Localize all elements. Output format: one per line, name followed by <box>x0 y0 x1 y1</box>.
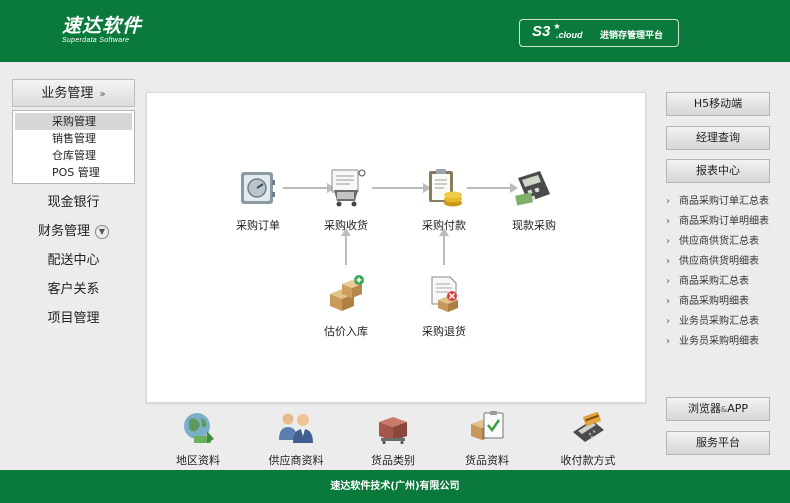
tool-region-info[interactable]: 地区资料 <box>158 410 238 468</box>
tool-supplier-info[interactable]: 供应商资料 <box>256 410 336 468</box>
report-link[interactable]: › 供应商供货汇总表 <box>666 232 786 252</box>
region-icon <box>184 413 214 443</box>
report-link[interactable]: › 商品采购订单汇总表 <box>666 192 786 212</box>
report-link-label: 业务员采购明细表 <box>679 336 759 347</box>
flow-node-label: 采购收货 <box>324 219 368 232</box>
report-link-label: 商品采购订单明细表 <box>679 216 769 227</box>
report-link-label: 商品采购订单汇总表 <box>679 196 769 207</box>
chevron-right-icon: › <box>666 336 670 347</box>
flow-node-label: 采购订单 <box>236 219 280 232</box>
coins-clipboard-icon <box>429 169 462 207</box>
logo: 速达软件 Superdata Software <box>62 16 142 45</box>
flow-node-label: 现款采购 <box>512 219 556 232</box>
manager-query-button[interactable]: 经理查询 <box>666 126 770 150</box>
report-list: › 商品采购订单汇总表 › 商品采购订单明细表 › 供应商供货汇总表 › 供应商供货明细… <box>666 192 786 352</box>
report-link[interactable]: › 供应商供货明细表 <box>666 252 786 272</box>
chevron-right-icon: › <box>666 276 670 287</box>
calculator-icon <box>515 171 550 206</box>
double-chevron-down-icon: » <box>99 89 106 100</box>
brand-star-icon <box>554 23 560 29</box>
nav-distribution[interactable]: 配送中心 <box>12 250 135 272</box>
report-link-label: 商品采购汇总表 <box>679 276 749 287</box>
tool-goods-category[interactable]: 货品类别 <box>353 410 433 468</box>
report-link-label: 供应商供货明细表 <box>679 256 759 267</box>
service-platform-button[interactable]: 服务平台 <box>666 431 770 455</box>
nav-finance[interactable]: 财务管理 ▼ <box>12 221 135 243</box>
brand-cloud: .cloud <box>556 30 583 40</box>
goods-info-icon <box>471 411 504 440</box>
browser-app-label-a: 浏览器 <box>687 402 721 415</box>
browser-app-label-b: APP <box>727 402 749 415</box>
boxes-icon <box>330 275 364 311</box>
submenu-item-sales[interactable]: 销售管理 <box>15 130 132 147</box>
tool-label: 货品资料 <box>465 454 509 467</box>
nav-business-label: 业务管理 <box>41 86 94 101</box>
nav-finance-label: 财务管理 <box>37 224 90 239</box>
tool-payment-methods[interactable]: 收付款方式 <box>548 410 628 468</box>
flow-node-purchase-payment[interactable]: 采购付款 <box>409 168 479 233</box>
header-bar: 速达软件 Superdata Software S3 .cloud 进销存管理平… <box>0 0 790 62</box>
tool-label: 收付款方式 <box>560 454 616 467</box>
tool-label: 供应商资料 <box>268 454 324 467</box>
submenu-item-purchase[interactable]: 采购管理 <box>15 113 132 130</box>
chevron-right-icon: › <box>666 236 670 247</box>
payment-icon <box>573 411 604 442</box>
submenu-item-pos[interactable]: POS 管理 <box>15 164 132 181</box>
tool-label: 地区资料 <box>176 454 220 467</box>
purchase-flow-panel: 采购订单 采购收货 采购付款 现款采购 估价入库 采购退货 <box>146 92 646 403</box>
cart-icon <box>331 169 366 207</box>
report-link-label: 业务员采购汇总表 <box>679 316 759 327</box>
tool-label: 货品类别 <box>371 454 415 467</box>
nav-customer-relations[interactable]: 客户关系 <box>12 279 135 301</box>
return-doc-icon <box>431 276 458 312</box>
report-link[interactable]: › 商品采购明细表 <box>666 292 786 312</box>
flow-node-label: 采购付款 <box>422 219 466 232</box>
goods-category-icon <box>379 417 407 444</box>
footer-bar: 速达软件技术(广州)有限公司 <box>0 470 790 503</box>
safe-icon <box>241 172 275 204</box>
suppliers-icon <box>279 413 313 443</box>
browser-app-button[interactable]: 浏览器&APP <box>666 397 770 421</box>
nav-projects[interactable]: 项目管理 <box>12 308 135 330</box>
h5-mobile-button[interactable]: H5移动端 <box>666 92 770 116</box>
footer-company: 速达软件技术(广州)有限公司 <box>330 481 460 492</box>
submenu-item-warehouse[interactable]: 仓库管理 <box>15 147 132 164</box>
business-submenu: 采购管理 销售管理 仓库管理 POS 管理 <box>12 110 135 184</box>
flow-node-purchase-order[interactable]: 采购订单 <box>223 168 293 233</box>
report-link[interactable]: › 商品采购订单明细表 <box>666 212 786 232</box>
brand-s3: S3 <box>532 23 551 40</box>
flow-node-cash-purchase[interactable]: 现款采购 <box>499 168 569 233</box>
report-link[interactable]: › 商品采购汇总表 <box>666 272 786 292</box>
report-link-label: 商品采购明细表 <box>679 296 749 307</box>
chevron-right-icon: › <box>666 196 670 207</box>
tool-goods-info[interactable]: 货品资料 <box>447 410 527 468</box>
flow-node-purchase-receive[interactable]: 采购收货 <box>311 168 381 233</box>
chevron-right-icon: › <box>666 256 670 267</box>
product-brand: S3 .cloud 进销存管理平台 <box>519 19 679 47</box>
nav-business-management[interactable]: 业务管理 » <box>12 79 135 107</box>
chevron-right-icon: › <box>666 296 670 307</box>
flow-arrow-estimate-receive <box>341 228 351 265</box>
circle-chevron-down-icon: ▼ <box>95 224 109 239</box>
chevron-right-icon: › <box>666 316 670 327</box>
brand-product-name: 进销存管理平台 <box>600 31 664 41</box>
flow-node-label: 采购退货 <box>422 325 466 338</box>
report-link[interactable]: › 业务员采购汇总表 <box>666 312 786 332</box>
flow-node-label: 估价入库 <box>324 325 368 338</box>
report-link[interactable]: › 业务员采购明细表 <box>666 332 786 352</box>
flow-arrow-return-pay <box>439 228 449 265</box>
logo-title: 速达软件 <box>62 15 143 37</box>
chevron-right-icon: › <box>666 216 670 227</box>
flow-node-estimate-stock-in[interactable]: 估价入库 <box>311 274 381 339</box>
logo-subtitle: Superdata Software <box>62 37 130 44</box>
report-center-button[interactable]: 报表中心 <box>666 159 770 183</box>
flow-node-purchase-return[interactable]: 采购退货 <box>409 274 479 339</box>
nav-cash-bank[interactable]: 现金银行 <box>12 192 135 214</box>
report-link-label: 供应商供货汇总表 <box>679 236 759 247</box>
